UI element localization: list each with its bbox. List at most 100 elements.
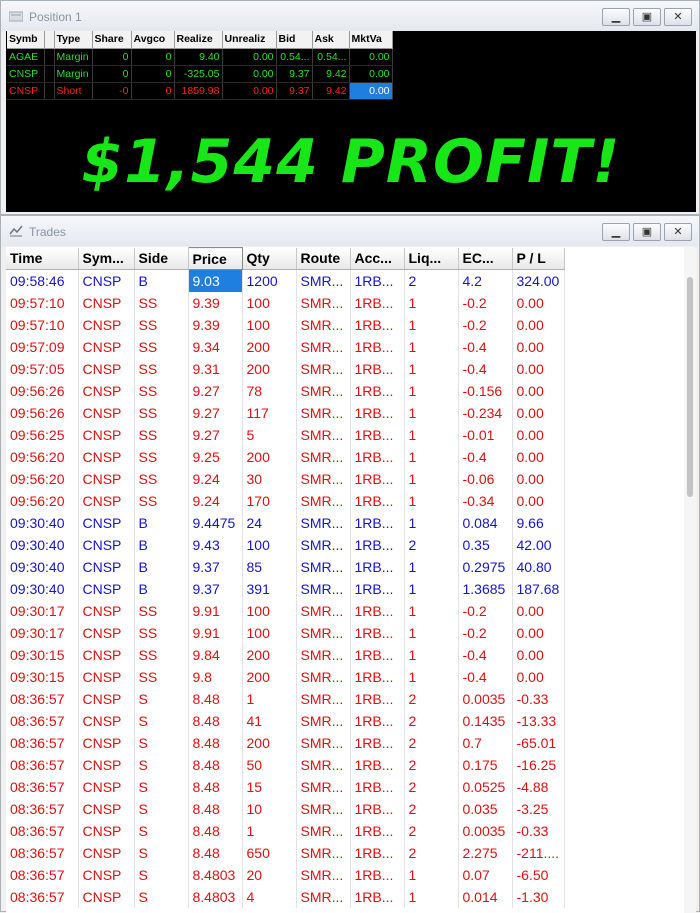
position-column-header[interactable]: Avgco: [131, 31, 175, 49]
trade-cell: 09:57:10: [6, 291, 79, 314]
position-column-header[interactable]: MktVa: [349, 31, 393, 49]
trade-cell: SS: [134, 313, 189, 336]
trades-window-title: Trades: [29, 225, 66, 239]
trade-row[interactable]: 09:57:10 CNSP SS 9.39 100 SMR... 1RB... 1 -0.2 0.…: [6, 291, 565, 314]
trade-cell: SMR...: [296, 797, 351, 820]
trade-row[interactable]: 09:56:20 CNSP SS 9.24 30 SMR... 1RB... 1 -0.06 0.…: [6, 467, 565, 490]
trade-cell: 9.31: [188, 357, 243, 380]
trade-cell: 1: [404, 423, 459, 446]
trade-row[interactable]: 08:36:57 CNSP S 8.48 50 SMR... 1RB... 2 0.175 -16…: [6, 753, 565, 776]
trades-column-header[interactable]: P / L: [512, 247, 565, 270]
trade-cell: CNSP: [78, 643, 135, 666]
trade-row[interactable]: 09:30:40 CNSP B 9.37 391 SMR... 1RB... 1 1.3685 1…: [6, 577, 565, 600]
trade-row[interactable]: 09:56:20 CNSP SS 9.25 200 SMR... 1RB... 1 -0.4 0.…: [6, 445, 565, 468]
trade-row[interactable]: 09:30:17 CNSP SS 9.91 100 SMR... 1RB... 1 -0.2 0.…: [6, 599, 565, 622]
trades-column-header[interactable]: Liq...: [404, 247, 459, 270]
trade-row[interactable]: 09:30:15 CNSP SS 9.8 200 SMR... 1RB... 1 -0.4 0.0…: [6, 665, 565, 688]
position-row[interactable]: CNSP Margin 0 0 -325.05 0.00 9.37 9.42 0.00: [7, 65, 393, 83]
trade-cell: 9.91: [188, 621, 243, 644]
trade-cell: SS: [134, 401, 189, 424]
scrollbar-thumb[interactable]: [687, 277, 693, 497]
trade-cell: 09:30:17: [6, 599, 79, 622]
trades-column-header[interactable]: EC...: [458, 247, 513, 270]
trades-column-header[interactable]: Side: [134, 247, 189, 270]
trade-cell: 0.00: [512, 599, 565, 622]
position-row[interactable]: CNSP Short -0 0 1859.98 0.00 9.37 9.42 0.00: [7, 82, 393, 100]
position-column-header[interactable]: Bid: [276, 31, 313, 49]
trade-cell: CNSP: [78, 577, 135, 600]
trade-cell: SS: [134, 335, 189, 358]
trade-cell: 1: [404, 489, 459, 512]
position-column-header[interactable]: Realize: [174, 31, 223, 49]
trade-cell: 2: [404, 775, 459, 798]
trade-cell: 1RB...: [350, 489, 405, 512]
trades-column-header[interactable]: Time: [6, 247, 79, 270]
trade-cell: 1RB...: [350, 555, 405, 578]
trade-cell: -6.50: [512, 863, 565, 886]
position-column-header[interactable]: Symb: [7, 31, 45, 49]
trade-row[interactable]: 09:57:05 CNSP SS 9.31 200 SMR... 1RB... 1 -0.4 0.…: [6, 357, 565, 380]
trade-row[interactable]: 09:56:26 CNSP SS 9.27 78 SMR... 1RB... 1 -0.156 0…: [6, 379, 565, 402]
trade-row[interactable]: 08:36:57 CNSP S 8.4803 20 SMR... 1RB... 1 0.07 -6…: [6, 863, 565, 886]
trade-cell: 1RB...: [350, 753, 405, 776]
trade-cell: -3.25: [512, 797, 565, 820]
trade-row[interactable]: 09:56:20 CNSP SS 9.24 170 SMR... 1RB... 1 -0.34 0…: [6, 489, 565, 512]
trades-column-header[interactable]: Acc...: [350, 247, 405, 270]
trade-cell: 8.48: [188, 687, 243, 710]
trade-cell: SS: [134, 467, 189, 490]
trade-cell: B: [134, 577, 189, 600]
trade-row[interactable]: 09:56:25 CNSP SS 9.27 5 SMR... 1RB... 1 -0.01 0.0…: [6, 423, 565, 446]
trades-close-button[interactable]: ✕: [664, 223, 692, 241]
trade-cell: 2.275: [458, 841, 513, 864]
position-column-header[interactable]: Unrealiz: [222, 31, 277, 49]
position-column-header[interactable]: Ask: [312, 31, 350, 49]
position-maximize-button[interactable]: ▣: [633, 8, 661, 26]
trade-row[interactable]: 09:58:46 CNSP B 9.03 1200 SMR... 1RB... 2 4.2 324…: [6, 269, 565, 292]
trades-column-header[interactable]: Qty: [242, 247, 297, 270]
trade-row[interactable]: 08:36:57 CNSP S 8.48 41 SMR... 1RB... 2 0.1435 -1…: [6, 709, 565, 732]
trade-row[interactable]: 09:57:09 CNSP SS 9.34 200 SMR... 1RB... 1 -0.4 0.…: [6, 335, 565, 358]
position-column-header[interactable]: [44, 31, 55, 49]
trades-titlebar[interactable]: Trades ▁ ▣ ✕: [1, 216, 699, 246]
trade-row[interactable]: 08:36:57 CNSP S 8.48 10 SMR... 1RB... 2 0.035 -3.…: [6, 797, 565, 820]
trade-row[interactable]: 08:36:57 CNSP S 8.48 15 SMR... 1RB... 2 0.0525 -4…: [6, 775, 565, 798]
trades-minimize-button[interactable]: ▁: [602, 223, 630, 241]
trades-column-header[interactable]: Route: [296, 247, 351, 270]
trade-cell: 5: [242, 423, 297, 446]
position-titlebar[interactable]: Position 1 ▁ ▣ ✕: [1, 1, 699, 31]
trade-cell: 1RB...: [350, 731, 405, 754]
trade-row[interactable]: 09:30:15 CNSP SS 9.84 200 SMR... 1RB... 1 -0.4 0.…: [6, 643, 565, 666]
trades-maximize-button[interactable]: ▣: [633, 223, 661, 241]
trade-row[interactable]: 09:30:40 CNSP B 9.43 100 SMR... 1RB... 2 0.35 42.…: [6, 533, 565, 556]
trade-cell: SMR...: [296, 841, 351, 864]
position-close-button[interactable]: ✕: [664, 8, 692, 26]
position-row[interactable]: AGAE Margin 0 0 9.40 0.00 0.54... 0.54... 0.00: [7, 48, 393, 66]
trade-row[interactable]: 09:57:10 CNSP SS 9.39 100 SMR... 1RB... 1 -0.2 0.…: [6, 313, 565, 336]
position-minimize-button[interactable]: ▁: [602, 8, 630, 26]
trades-column-header[interactable]: Sym...: [78, 247, 135, 270]
trade-row[interactable]: 08:36:57 CNSP S 8.48 200 SMR... 1RB... 2 0.7 -65.…: [6, 731, 565, 754]
trade-row[interactable]: 09:30:40 CNSP B 9.4475 24 SMR... 1RB... 1 0.084 9…: [6, 511, 565, 534]
trade-row[interactable]: 08:36:57 CNSP S 8.48 650 SMR... 1RB... 2 2.275 -2…: [6, 841, 565, 864]
trade-cell: 2: [404, 269, 459, 292]
trade-cell: CNSP: [78, 423, 135, 446]
trade-cell: 1RB...: [350, 687, 405, 710]
trade-row[interactable]: 09:30:17 CNSP SS 9.91 100 SMR... 1RB... 1 -0.2 0.…: [6, 621, 565, 644]
trade-cell: 324.00: [512, 269, 565, 292]
position-column-header[interactable]: Type: [54, 31, 93, 49]
position-cell: -0: [92, 82, 132, 100]
trade-row[interactable]: 08:36:57 CNSP S 8.4803 4 SMR... 1RB... 1 0.014 -1…: [6, 885, 565, 908]
trades-vertical-scrollbar[interactable]: [684, 247, 696, 913]
trade-cell: 1: [404, 885, 459, 908]
trade-row[interactable]: 08:36:57 CNSP S 8.48 1 SMR... 1RB... 2 0.0035 -0.…: [6, 819, 565, 842]
trade-cell: CNSP: [78, 357, 135, 380]
trade-row[interactable]: 08:36:57 CNSP S 8.48 1 SMR... 1RB... 2 0.0035 -0.…: [6, 687, 565, 710]
position-cell: Margin: [54, 65, 93, 83]
position-cell: CNSP: [7, 65, 45, 83]
trade-row[interactable]: 09:56:26 CNSP SS 9.27 117 SMR... 1RB... 1 -0.234…: [6, 401, 565, 424]
trade-row[interactable]: 09:30:40 CNSP B 9.37 85 SMR... 1RB... 1 0.2975 40…: [6, 555, 565, 578]
trades-table: Time Sym... Side Price Qty Route Acc... Liq... E…: [6, 247, 565, 908]
position-column-header[interactable]: Share: [92, 31, 132, 49]
trade-cell: 200: [242, 643, 297, 666]
trades-column-header[interactable]: Price: [187, 247, 243, 270]
